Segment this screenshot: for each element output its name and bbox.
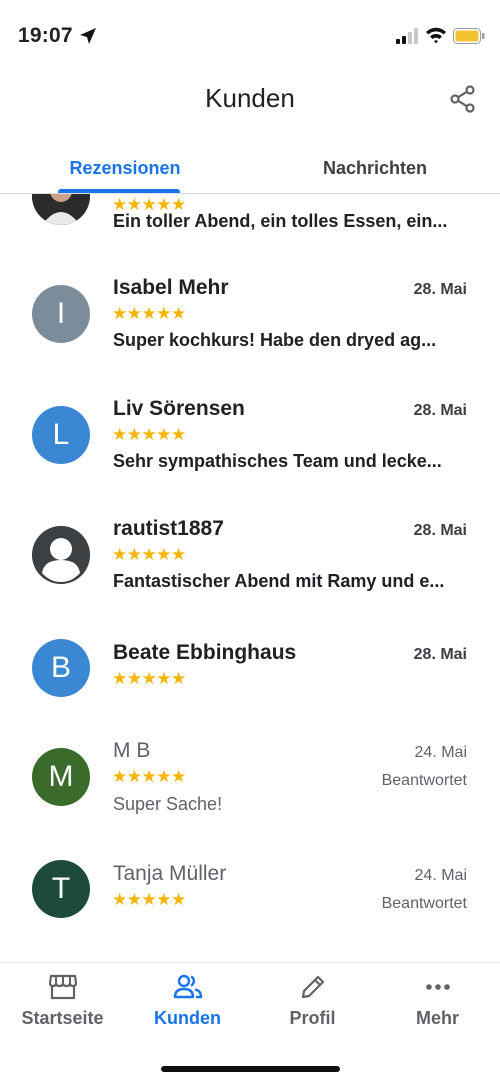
avatar — [32, 194, 90, 225]
reviewer-name: Isabel Mehr — [113, 276, 229, 299]
bottom-navigation: Startseite Kunden Profil Mehr — [0, 962, 500, 1083]
pencil-icon — [301, 975, 325, 999]
star-rating: ★★★★★ — [112, 890, 186, 909]
avatar: M — [32, 748, 90, 806]
reviewer-name: Beate Ebbinghaus — [113, 641, 297, 664]
nav-startseite[interactable]: Startseite — [0, 963, 125, 1043]
review-text: Super kochkurs! Habe den dryed ag... — [113, 330, 437, 350]
nav-mehr[interactable]: Mehr — [375, 963, 500, 1043]
wifi-icon — [426, 27, 446, 44]
list-item[interactable]: L Liv Sörensen 28. Mai ★★★★★ Sehr sympat… — [0, 395, 500, 515]
avatar — [32, 526, 90, 584]
people-icon — [173, 974, 203, 999]
nav-label: Startseite — [21, 1008, 104, 1028]
review-date: 28. Mai — [413, 402, 467, 419]
nav-label: Profil — [289, 1008, 336, 1028]
replied-badge: Beantwortet — [381, 772, 467, 789]
avatar: B — [32, 639, 90, 697]
list-item[interactable]: ★★★★★ Ein toller Abend, ein tolles Essen… — [0, 194, 500, 274]
star-rating: ★★★★★ — [112, 767, 186, 786]
tab-nachrichten[interactable]: Nachrichten — [250, 145, 500, 193]
page-title: Kunden — [205, 83, 295, 113]
status-bar: 19:07 — [0, 0, 500, 70]
list-item[interactable]: rautist1887 28. Mai ★★★★★ Fantastischer … — [0, 515, 500, 635]
location-arrow-icon — [80, 28, 96, 44]
more-dots-icon — [426, 984, 450, 990]
star-rating: ★★★★★ — [112, 425, 186, 444]
list-item[interactable]: M M B 24. Mai ★★★★★ Beantwortet Super Sa… — [0, 737, 500, 857]
status-time: 19:07 — [18, 24, 73, 47]
active-tab-indicator — [58, 189, 180, 193]
review-list[interactable]: ★★★★★ Ein toller Abend, ein tolles Essen… — [0, 194, 500, 962]
review-text: Sehr sympathisches Team und lecke... — [113, 451, 442, 471]
battery-icon — [453, 28, 485, 44]
reviewer-name: rautist1887 — [113, 517, 224, 540]
default-person-icon — [32, 526, 90, 584]
reviewer-name: Liv Sörensen — [113, 397, 245, 420]
nav-label: Mehr — [415, 1008, 459, 1028]
review-date: 24. Mai — [414, 867, 467, 884]
reviewer-name: M B — [113, 739, 151, 762]
replied-badge: Beantwortet — [381, 895, 467, 912]
list-item[interactable]: I Isabel Mehr 28. Mai ★★★★★ Super kochku… — [0, 274, 500, 394]
review-date: 28. Mai — [413, 646, 467, 663]
tab-rezensionen[interactable]: Rezensionen — [0, 145, 250, 193]
star-rating: ★★★★★ — [112, 669, 186, 688]
review-date: 28. Mai — [413, 522, 467, 539]
nav-profil[interactable]: Profil — [250, 963, 375, 1043]
storefront-icon — [48, 974, 78, 1000]
nav-kunden[interactable]: Kunden — [125, 963, 250, 1043]
avatar: T — [32, 860, 90, 918]
cellular-signal-icon — [396, 28, 418, 44]
review-date: 24. Mai — [414, 744, 467, 761]
review-text: Super Sache! — [113, 794, 223, 814]
avatar: I — [32, 285, 90, 343]
tab-bar: Rezensionen Nachrichten — [0, 145, 500, 194]
reviewer-name: Tanja Müller — [113, 862, 227, 885]
list-item[interactable]: T Tanja Müller 24. Mai ★★★★★ Beantwortet — [0, 860, 500, 962]
star-rating: ★★★★★ — [112, 545, 186, 564]
share-icon[interactable] — [448, 84, 478, 114]
review-text: Fantastischer Abend mit Ramy und e... — [113, 571, 445, 591]
user-photo-icon — [32, 194, 90, 225]
review-date: 28. Mai — [413, 281, 467, 298]
nav-label: Kunden — [154, 1008, 221, 1028]
avatar: L — [32, 406, 90, 464]
star-rating: ★★★★★ — [112, 304, 186, 323]
review-text: Ein toller Abend, ein tolles Essen, ein.… — [113, 211, 448, 231]
home-indicator[interactable] — [161, 1066, 340, 1072]
